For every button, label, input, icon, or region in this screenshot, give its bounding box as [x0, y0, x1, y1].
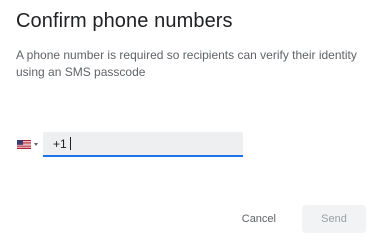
send-button[interactable]: Send	[302, 205, 366, 233]
us-flag-icon	[17, 139, 31, 149]
dialog-title: Confirm phone numbers	[16, 10, 233, 32]
country-code: +1	[53, 136, 67, 151]
confirm-phone-dialog: Confirm phone numbers A phone number is …	[0, 0, 378, 246]
caret-down-icon	[34, 142, 38, 146]
cancel-button[interactable]: Cancel	[228, 205, 290, 233]
dialog-description: A phone number is required so recipients…	[16, 48, 357, 79]
phone-number-field[interactable]: +1	[43, 132, 243, 157]
dialog-actions: Cancel Send	[228, 205, 366, 233]
phone-number-input[interactable]	[70, 136, 212, 151]
country-selector[interactable]	[17, 136, 38, 152]
